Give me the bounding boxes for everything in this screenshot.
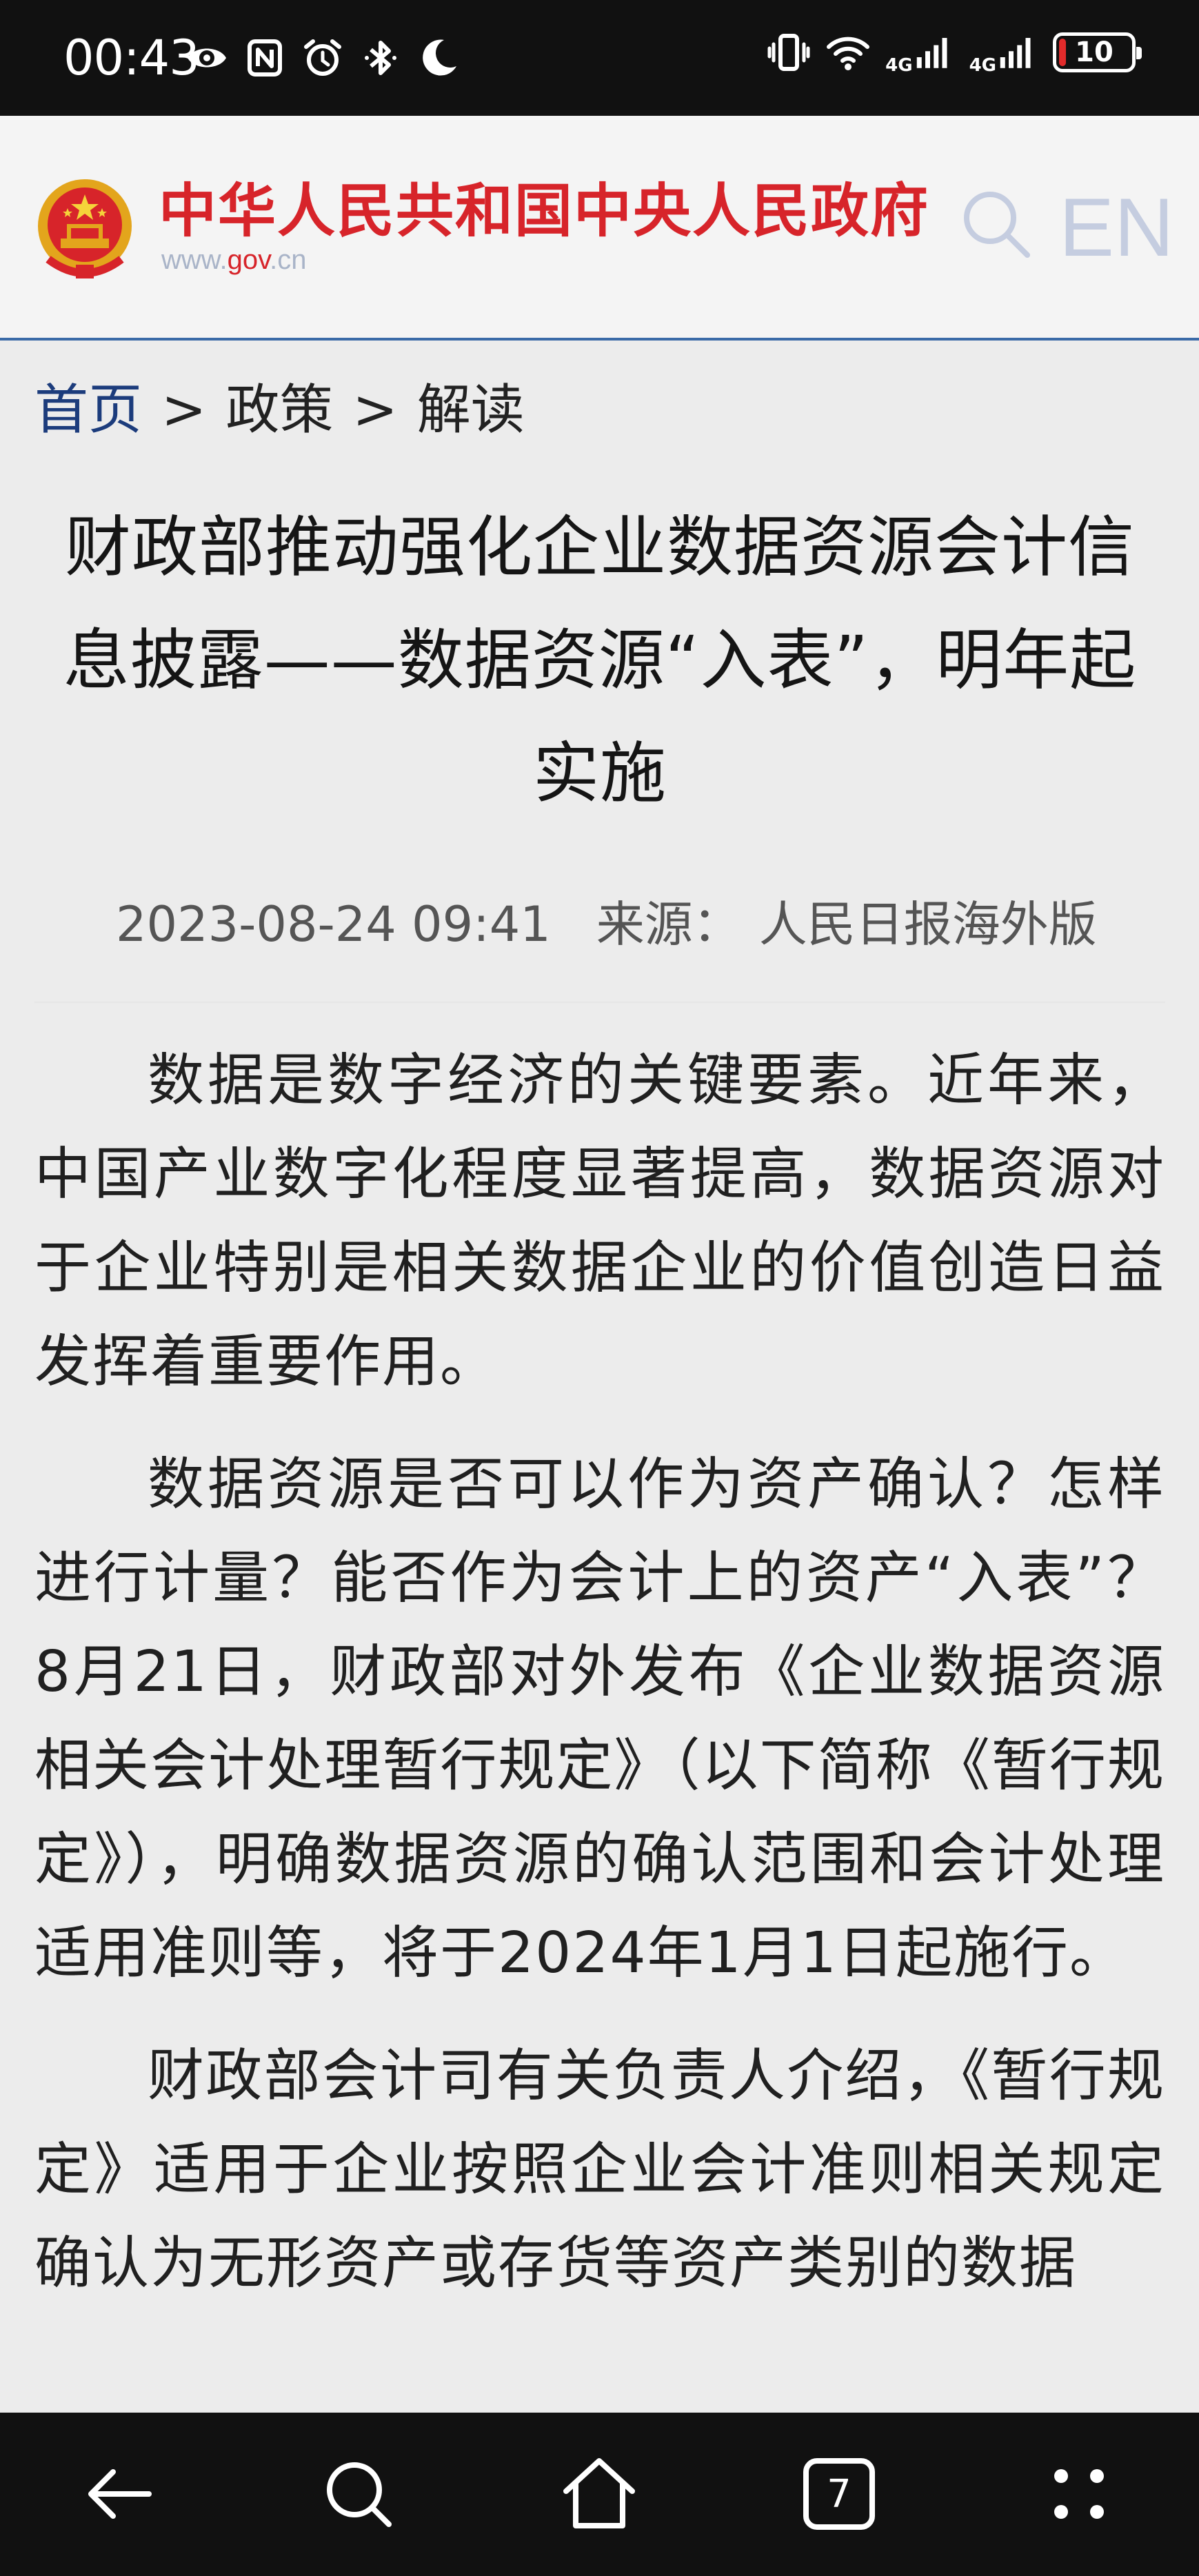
national-emblem-logo[interactable] <box>34 176 135 281</box>
search-icon <box>327 2462 392 2527</box>
divider <box>34 1002 1165 1003</box>
status-bar: 00:43 4G 4G 10 <box>0 0 1199 116</box>
menu-button[interactable] <box>1036 2451 1122 2537</box>
battery-level: 10 <box>1075 37 1114 68</box>
breadcrumb-current: 解读 <box>416 379 525 441</box>
bluetooth-icon <box>365 41 396 75</box>
english-language-button[interactable]: EN <box>1059 186 1174 269</box>
article-paragraph: 数据是数字经济的关键要素。近年来，中国产业数字化程度显著提高，数据资源对于企业特… <box>34 1048 1165 1395</box>
tabs-button[interactable]: 7 <box>796 2451 882 2537</box>
vibrate-icon <box>767 34 810 71</box>
status-right-icons: 4G 4G 10 <box>767 30 1142 74</box>
search-icon[interactable] <box>958 186 1034 262</box>
status-time: 00:43 <box>63 30 200 86</box>
source-name: 人民日报海外版 <box>758 896 1097 953</box>
domain-suffix: .cn <box>270 245 307 275</box>
site-header: 中华人民共和国中央人民政府 www.gov.cn EN <box>0 116 1199 341</box>
signal-group-2: 4G <box>969 30 1038 74</box>
site-title[interactable]: 中华人民共和国中央人民政府 <box>159 176 929 245</box>
publish-date: 2023-08-24 09:41 <box>116 896 551 953</box>
tabs-count: 7 <box>827 2471 852 2517</box>
breadcrumb-policy[interactable]: 政策 <box>225 379 333 441</box>
nfc-icon <box>248 39 282 77</box>
signal-icon <box>1000 38 1031 68</box>
domain-gov: gov <box>227 245 270 275</box>
back-icon <box>88 2469 152 2519</box>
network-type-1: 4G <box>885 55 913 76</box>
article-meta: 2023-08-24 09:41 来源： 人民日报海外版 <box>116 893 1097 955</box>
home-icon <box>563 2458 635 2528</box>
home-button[interactable] <box>556 2451 642 2537</box>
breadcrumb: 首页 > 政策 > 解读 <box>34 376 525 445</box>
back-button[interactable] <box>77 2451 163 2537</box>
breadcrumb-home[interactable]: 首页 <box>34 379 142 441</box>
eye-icon <box>188 48 226 68</box>
article-paragraph: 财政部会计司有关负责人介绍，《暂行规定》适用于企业按照企业会计准则相关规定确认为… <box>34 2043 1165 2296</box>
network-type-2: 4G <box>969 55 996 76</box>
wifi-icon <box>827 37 870 70</box>
menu-icon <box>1054 2469 1104 2519</box>
search-button[interactable] <box>316 2451 401 2537</box>
breadcrumb-separator: > <box>352 379 398 441</box>
source-label: 来源： <box>596 896 741 953</box>
status-left-icons <box>185 36 461 80</box>
article-body: 数据是数字经济的关键要素。近年来，中国产业数字化程度显著提高，数据资源对于企业特… <box>34 1034 1165 2413</box>
navigation-bar: 7 <box>0 2413 1199 2576</box>
article-title: 财政部推动强化企业数据资源会计信息披露——数据资源“入表”，明年起实施 <box>63 509 1137 812</box>
moon-icon <box>423 39 456 76</box>
article-paragraph: 数据资源是否可以作为资产确认？怎样进行计量？能否作为会计上的资产“入表”？8月2… <box>34 1452 1165 1986</box>
signal-icon <box>916 38 947 68</box>
signal-group-1: 4G <box>885 30 954 74</box>
battery-fill <box>1059 39 1066 66</box>
battery-icon: 10 <box>1053 32 1142 72</box>
alarm-icon <box>304 39 341 76</box>
breadcrumb-separator: > <box>161 379 207 441</box>
site-domain: www.gov.cn <box>161 243 306 277</box>
domain-prefix: www. <box>161 245 228 275</box>
